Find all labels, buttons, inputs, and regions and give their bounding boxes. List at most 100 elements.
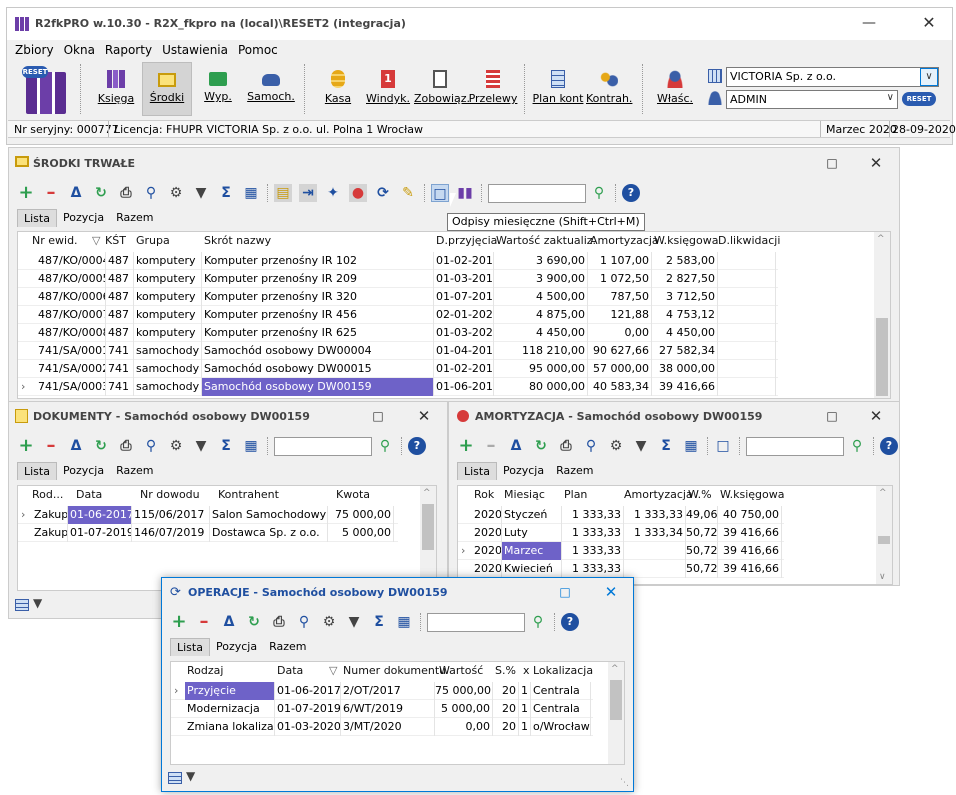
col-plan[interactable]: Plan (564, 486, 587, 504)
menu-pomoc[interactable]: Pomoc (233, 42, 283, 58)
edit-icon[interactable]: Δ (67, 437, 85, 455)
login-icon[interactable]: ⇥ (299, 184, 317, 202)
menu-okna[interactable]: Okna (59, 42, 100, 58)
columns-icon[interactable]: ▦ (682, 437, 700, 455)
col-d-przyjecia[interactable]: D.przyjęcia (436, 232, 497, 250)
add-icon[interactable]: + (17, 437, 35, 455)
close-button[interactable]: ✕ (867, 407, 885, 425)
table-row[interactable]: 741/SA/0002 741 samochody Samochód osobowy … (18, 360, 778, 378)
books-icon[interactable]: ▮▮ (456, 184, 474, 202)
print-icon[interactable]: ⎙ (557, 437, 575, 455)
col-lokalizacja[interactable]: Lokalizacja (533, 662, 593, 680)
gear-icon[interactable]: ⚙ (320, 613, 338, 631)
col-data[interactable]: Data (76, 486, 102, 504)
chevron-down-icon[interactable]: ∨ (920, 68, 938, 86)
col-numer-dokumentu[interactable]: Numer dokumentu (343, 662, 446, 680)
scrollbar[interactable]: ^ ∨ (876, 486, 892, 584)
filter-icon[interactable]: ▼ (33, 596, 42, 610)
close-button[interactable]: ✕ (920, 14, 938, 32)
edit-icon[interactable]: Δ (67, 184, 85, 202)
table-row[interactable]: Modernizacja 01-07-2019 6/WT/2019 5 000,00 2… (171, 700, 593, 718)
col-amortyzacja[interactable]: Amortyzacja (590, 232, 659, 250)
ribbon-zobowiaz-button[interactable]: Zobowiąz. (414, 62, 470, 116)
sum-icon[interactable]: Σ (657, 437, 675, 455)
search-icon[interactable]: ⚲ (142, 184, 160, 202)
refresh-icon[interactable]: ↻ (532, 437, 550, 455)
search-input[interactable] (427, 612, 525, 632)
delete-icon[interactable]: – (42, 437, 60, 455)
search-icon[interactable]: ⚲ (295, 613, 313, 631)
tab-razem[interactable]: Razem (110, 209, 159, 227)
tab-razem[interactable]: Razem (263, 638, 312, 656)
table-row[interactable]: 2020 Kwiecień 1 333,33 50,72 39 416,66 (458, 560, 784, 578)
maximize-button[interactable]: □ (556, 583, 574, 601)
gear-icon[interactable]: ⚙ (607, 437, 625, 455)
delete-icon[interactable]: – (195, 613, 213, 631)
add-icon[interactable]: + (170, 613, 188, 631)
col-w-ksiegowa[interactable]: W.księgowa (720, 486, 785, 504)
edit-icon[interactable]: Δ (220, 613, 238, 631)
edit-icon[interactable]: Δ (507, 437, 525, 455)
puzzle-icon[interactable]: ✦ (324, 184, 342, 202)
sync-icon[interactable]: ⟳ (374, 184, 392, 202)
search-icon[interactable]: ⚲ (582, 437, 600, 455)
help-icon[interactable]: ? (561, 613, 579, 631)
tab-lista[interactable]: Lista (17, 209, 57, 227)
search-icon[interactable]: ⚲ (142, 437, 160, 455)
ribbon-ksiega-button[interactable]: Księga (94, 62, 138, 116)
delete-icon[interactable]: – (42, 184, 60, 202)
search-clear-icon[interactable]: ⚲ (529, 613, 547, 631)
grid-footer-icon[interactable] (15, 599, 29, 611)
scrollbar[interactable]: ^ (874, 232, 890, 398)
tab-pozycja[interactable]: Pozycja (57, 462, 110, 480)
sum-icon[interactable]: Σ (370, 613, 388, 631)
sum-icon[interactable]: Σ (217, 184, 235, 202)
col-x[interactable]: x (523, 662, 530, 680)
document-icon[interactable]: ▤ (274, 184, 292, 202)
menu-raporty[interactable]: Raporty (100, 42, 157, 58)
table-row[interactable]: › Przyjęcie 01-06-2017 2/OT/2017 75 000,00 20… (171, 682, 593, 700)
ribbon-plan-kont-button[interactable]: Plan kont (532, 62, 584, 116)
search-clear-icon[interactable]: ⚲ (848, 437, 866, 455)
scroll-down-icon[interactable]: ∨ (879, 572, 886, 582)
scroll-thumb[interactable] (422, 504, 434, 550)
monthly-calendar-icon[interactable]: □ (431, 184, 449, 202)
table-row[interactable]: 487/KO/0004 487 komputery Komputer przenośn… (18, 252, 778, 270)
col-nr-dowodu[interactable]: Nr dowodu (140, 486, 200, 504)
table-row[interactable]: › Zakup 01-06-2017 115/06/2017 Salon Samocho… (18, 506, 398, 524)
col-wartosc[interactable]: Wartość zaktualiz. (496, 232, 596, 250)
table-row[interactable]: 741/SA/0001 741 samochody Samochód osobowy … (18, 342, 778, 360)
minimize-button[interactable]: — (860, 14, 878, 32)
apple-icon[interactable]: ● (349, 184, 367, 202)
help-icon[interactable]: ? (880, 437, 898, 455)
menu-zbiory[interactable]: Zbiory (10, 42, 59, 58)
table-row[interactable]: 2020 Styczeń 1 333,33 1 333,33 49,06 40 750,0… (458, 506, 784, 524)
table-row[interactable]: › 741/SA/0003 741 samochody Samochód osobowy… (18, 378, 778, 396)
ribbon-wlasc-button[interactable]: Właśc. (654, 62, 696, 116)
report-icon[interactable]: ✎ (399, 184, 417, 202)
tab-lista[interactable]: Lista (170, 638, 210, 656)
print-icon[interactable]: ⎙ (117, 184, 135, 202)
maximize-button[interactable]: □ (823, 407, 841, 425)
menu-ustawienia[interactable]: Ustawienia (157, 42, 233, 58)
col-nr-ewid[interactable]: Nr ewid. (32, 232, 78, 250)
resize-grip-icon[interactable]: ⋱ (620, 778, 629, 788)
table-row[interactable]: Zakup 01-07-2019 146/07/2019 Dostawca Sp. z… (18, 524, 398, 542)
sum-icon[interactable]: Σ (217, 437, 235, 455)
col-grupa[interactable]: Grupa (136, 232, 170, 250)
scrollbar[interactable]: ^ (420, 486, 436, 590)
company-select[interactable]: VICTORIA Sp. z o.o. ∨ (726, 67, 939, 87)
maximize-button[interactable]: □ (369, 407, 387, 425)
scroll-up-icon[interactable]: ^ (879, 488, 887, 498)
ribbon-srodki-button[interactable]: Środki (142, 62, 192, 116)
close-button[interactable]: ✕ (602, 583, 620, 601)
chevron-down-icon[interactable]: ∨ (887, 92, 894, 103)
search-clear-icon[interactable]: ⚲ (590, 184, 608, 202)
filter-icon[interactable]: ▼ (345, 613, 363, 631)
table-row[interactable]: 487/KO/0007 487 komputery Komputer przenośn… (18, 306, 778, 324)
ribbon-przelewy-button[interactable]: Przelewy (468, 62, 518, 116)
ribbon-windyk-button[interactable]: 1 Windyk. (366, 62, 410, 116)
search-input[interactable] (274, 436, 372, 456)
col-w-procent[interactable]: W.% (688, 486, 712, 504)
filter-icon[interactable]: ▼ (192, 184, 210, 202)
